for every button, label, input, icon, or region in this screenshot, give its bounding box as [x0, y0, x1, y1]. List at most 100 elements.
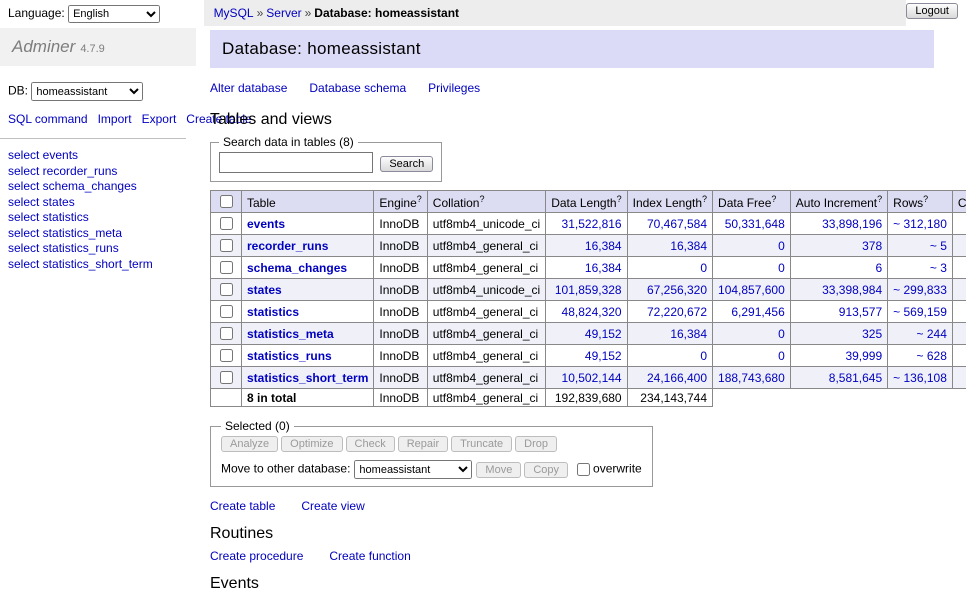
data-free-link[interactable]: 50,331,648 [725, 217, 785, 231]
language-select[interactable]: English [68, 5, 160, 23]
data-free-link[interactable]: 0 [778, 349, 785, 363]
index-length-link[interactable]: 16,384 [670, 239, 707, 253]
move-button[interactable]: Move [476, 462, 521, 478]
sidebar-select-table-link[interactable]: select events [8, 148, 196, 164]
create-link[interactable]: Create view [301, 499, 364, 513]
auto-increment-link[interactable]: 378 [862, 239, 882, 253]
sidebar-select-table-link[interactable]: select states [8, 195, 196, 211]
routine-link[interactable]: Create function [329, 549, 410, 563]
selected-action-button[interactable]: Check [346, 436, 395, 452]
move-db-select[interactable]: homeassistant [354, 460, 472, 479]
db-select[interactable]: homeassistant [31, 82, 143, 101]
overwrite-checkbox[interactable] [577, 463, 590, 476]
database-action-link[interactable]: Database schema [309, 81, 406, 95]
auto-increment-link[interactable]: 913,577 [839, 305, 882, 319]
sidebar-select-table-link[interactable]: select schema_changes [8, 179, 196, 195]
data-free-link[interactable]: 0 [778, 327, 785, 341]
index-length-link[interactable]: 70,467,584 [647, 217, 707, 231]
column-help-link[interactable]: ? [702, 194, 707, 204]
data-length-link[interactable]: 49,152 [585, 349, 622, 363]
selected-action-button[interactable]: Truncate [451, 436, 512, 452]
database-action-link[interactable]: Alter database [210, 81, 287, 95]
data-length-link[interactable]: 49,152 [585, 327, 622, 341]
sidebar-action-link[interactable]: SQL command [8, 112, 88, 126]
row-checkbox[interactable] [220, 327, 233, 340]
sidebar-select-table-link[interactable]: select statistics_meta [8, 226, 196, 242]
data-free-link[interactable]: 6,291,456 [731, 305, 784, 319]
column-help-link[interactable]: ? [877, 194, 882, 204]
sidebar-select-table-link[interactable]: select recorder_runs [8, 164, 196, 180]
column-help-link[interactable]: ? [771, 194, 776, 204]
breadcrumb-link-server[interactable]: Server [266, 6, 301, 20]
rows-count-link[interactable]: ~ 5 [930, 239, 947, 253]
index-length-link[interactable]: 24,166,400 [647, 371, 707, 385]
auto-increment-link[interactable]: 33,398,984 [822, 283, 882, 297]
select-all-checkbox[interactable] [220, 195, 233, 208]
breadcrumb-link-mysql[interactable]: MySQL [214, 6, 254, 20]
rows-count-link[interactable]: ~ 136,108 [893, 371, 947, 385]
auto-increment-link[interactable]: 6 [875, 261, 882, 275]
selected-action-button[interactable]: Analyze [221, 436, 278, 452]
column-help-link[interactable]: ? [923, 194, 928, 204]
table-name-link[interactable]: statistics_runs [247, 349, 332, 363]
search-input[interactable] [219, 152, 373, 173]
column-help-link[interactable]: ? [617, 194, 622, 204]
create-link[interactable]: Create table [210, 499, 275, 513]
table-name-link[interactable]: statistics_short_term [247, 371, 368, 385]
selected-action-button[interactable]: Drop [515, 436, 557, 452]
index-length-link[interactable]: 0 [700, 349, 707, 363]
overwrite-label[interactable]: overwrite [593, 462, 642, 476]
rows-count-link[interactable]: ~ 569,159 [893, 305, 947, 319]
index-length-link[interactable]: 72,220,672 [647, 305, 707, 319]
column-help-link[interactable]: ? [479, 194, 484, 204]
row-checkbox[interactable] [220, 239, 233, 252]
row-checkbox[interactable] [220, 371, 233, 384]
data-length-link[interactable]: 16,384 [585, 261, 622, 275]
routine-link[interactable]: Create procedure [210, 549, 303, 563]
search-button[interactable]: Search [380, 156, 433, 172]
data-free-link[interactable]: 188,743,680 [718, 371, 785, 385]
auto-increment-link[interactable]: 33,898,196 [822, 217, 882, 231]
auto-increment-link[interactable]: 39,999 [845, 349, 882, 363]
index-length-link[interactable]: 67,256,320 [647, 283, 707, 297]
row-checkbox[interactable] [220, 305, 233, 318]
table-name-link[interactable]: events [247, 217, 285, 231]
column-help-link[interactable]: ? [417, 194, 422, 204]
table-name-link[interactable]: statistics_meta [247, 327, 334, 341]
rows-count-link[interactable]: ~ 299,833 [893, 283, 947, 297]
rows-count-link[interactable]: ~ 628 [917, 349, 947, 363]
row-checkbox[interactable] [220, 283, 233, 296]
row-checkbox[interactable] [220, 217, 233, 230]
table-name-link[interactable]: recorder_runs [247, 239, 328, 253]
index-length-link[interactable]: 0 [700, 261, 707, 275]
sidebar-select-table-link[interactable]: select statistics_runs [8, 241, 196, 257]
rows-count-link[interactable]: ~ 312,180 [893, 217, 947, 231]
table-name-link[interactable]: states [247, 283, 282, 297]
row-checkbox[interactable] [220, 261, 233, 274]
sidebar-select-table-link[interactable]: select statistics_short_term [8, 257, 196, 273]
data-length-link[interactable]: 10,502,144 [562, 371, 622, 385]
logout-button[interactable]: Logout [906, 3, 958, 19]
sidebar-select-table-link[interactable]: select statistics [8, 210, 196, 226]
data-length-link[interactable]: 16,384 [585, 239, 622, 253]
database-action-link[interactable]: Privileges [428, 81, 480, 95]
data-length-link[interactable]: 101,859,328 [555, 283, 622, 297]
selected-action-button[interactable]: Repair [398, 436, 448, 452]
copy-button[interactable]: Copy [524, 462, 568, 478]
table-name-link[interactable]: schema_changes [247, 261, 347, 275]
index-length-link[interactable]: 16,384 [670, 327, 707, 341]
data-free-link[interactable]: 0 [778, 239, 785, 253]
sidebar-action-link[interactable]: Export [142, 112, 177, 126]
data-length-link[interactable]: 31,522,816 [562, 217, 622, 231]
auto-increment-link[interactable]: 8,581,645 [829, 371, 882, 385]
rows-count-link[interactable]: ~ 244 [917, 327, 947, 341]
data-free-link[interactable]: 0 [778, 261, 785, 275]
rows-count-link[interactable]: ~ 3 [930, 261, 947, 275]
selected-action-button[interactable]: Optimize [281, 436, 342, 452]
auto-increment-link[interactable]: 325 [862, 327, 882, 341]
data-length-link[interactable]: 48,824,320 [562, 305, 622, 319]
row-checkbox[interactable] [220, 349, 233, 362]
data-free-link[interactable]: 104,857,600 [718, 283, 785, 297]
table-name-link[interactable]: statistics [247, 305, 299, 319]
sidebar-action-link[interactable]: Import [98, 112, 132, 126]
